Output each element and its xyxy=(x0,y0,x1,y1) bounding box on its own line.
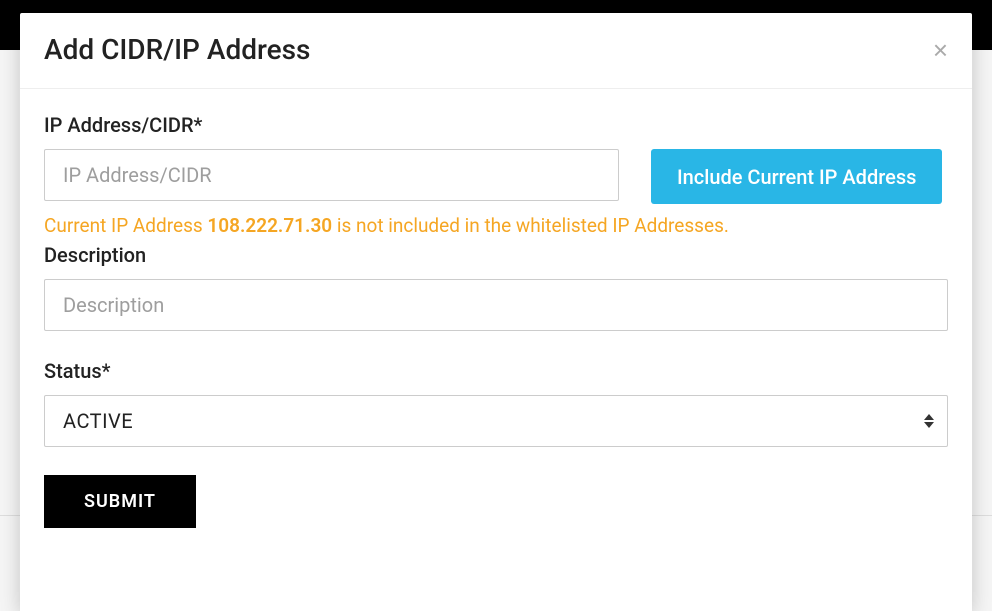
warning-suffix: is not included in the whitelisted IP Ad… xyxy=(332,214,729,237)
include-current-ip-button[interactable]: Include Current IP Address xyxy=(651,149,942,204)
modal-title: Add CIDR/IP Address xyxy=(44,33,310,66)
ip-warning-message: Current IP Address 108.222.71.30 is not … xyxy=(44,214,948,237)
ip-address-label: IP Address/CIDR* xyxy=(44,113,948,137)
close-button[interactable]: × xyxy=(933,37,948,63)
ip-input-row: Include Current IP Address xyxy=(44,149,948,204)
warning-prefix: Current IP Address xyxy=(44,214,207,237)
description-label: Description xyxy=(44,243,948,267)
modal-header: Add CIDR/IP Address × xyxy=(20,13,972,89)
status-select-wrapper: ACTIVE xyxy=(44,395,948,447)
modal-body: IP Address/CIDR* Include Current IP Addr… xyxy=(20,89,972,528)
status-select[interactable]: ACTIVE xyxy=(44,395,948,447)
current-ip-value: 108.222.71.30 xyxy=(207,214,332,237)
description-input[interactable] xyxy=(44,279,948,331)
submit-button[interactable]: SUBMIT xyxy=(44,475,196,528)
status-label: Status* xyxy=(44,359,948,383)
add-cidr-modal: Add CIDR/IP Address × IP Address/CIDR* I… xyxy=(20,13,972,611)
close-icon: × xyxy=(933,35,948,65)
ip-address-input[interactable] xyxy=(44,149,619,201)
